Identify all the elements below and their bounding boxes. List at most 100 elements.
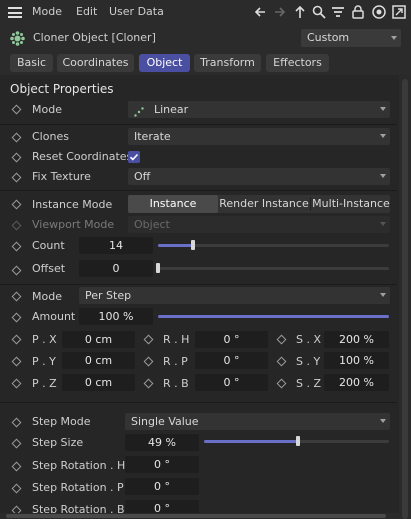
step-size-slider-fill bbox=[204, 440, 299, 443]
checkmark-icon bbox=[129, 153, 139, 161]
section-title: Object Properties bbox=[10, 82, 114, 96]
rotation-h-field[interactable]: 0 ° bbox=[195, 331, 268, 348]
menu-edit[interactable]: Edit bbox=[76, 5, 97, 19]
instance-mode-label: Instance Mode bbox=[32, 198, 113, 211]
fix-texture-value: Off bbox=[134, 170, 151, 183]
keyframe-diamond-icon[interactable] bbox=[11, 291, 22, 302]
menu-user-data[interactable]: User Data bbox=[109, 5, 164, 19]
keyframe-diamond-icon[interactable] bbox=[11, 312, 22, 323]
clones-dropdown[interactable]: Iterate bbox=[128, 128, 390, 145]
horizontal-scrollbar[interactable] bbox=[0, 513, 399, 519]
filter-icon[interactable] bbox=[330, 4, 346, 20]
search-icon[interactable] bbox=[311, 4, 327, 20]
keyframe-diamond-icon[interactable] bbox=[11, 378, 22, 389]
divider bbox=[0, 190, 397, 191]
instance-mode-option-multi-instance[interactable]: Multi-Instance bbox=[312, 195, 390, 213]
tab-bar: Basic Coordinates Object Transform Effec… bbox=[0, 51, 411, 75]
keyframe-diamond-icon[interactable] bbox=[276, 378, 287, 389]
preset-dropdown[interactable]: Custom bbox=[301, 29, 401, 47]
chevron-down-icon bbox=[380, 134, 386, 138]
count-label: Count bbox=[32, 239, 65, 252]
scale-z-field[interactable]: 200 % bbox=[324, 374, 389, 391]
per-step-dropdown[interactable]: Per Step bbox=[79, 287, 390, 304]
object-title-bar: Cloner Object [Cloner] Custom bbox=[0, 25, 411, 51]
keyframe-diamond-icon[interactable] bbox=[11, 461, 22, 472]
scrollbar-thumb[interactable] bbox=[402, 79, 408, 519]
position-x-field[interactable]: 0 cm bbox=[62, 331, 135, 348]
keyframe-diamond-icon[interactable] bbox=[11, 241, 22, 252]
position-y-field[interactable]: 0 cm bbox=[62, 352, 135, 369]
keyframe-diamond-icon[interactable] bbox=[11, 152, 22, 163]
fix-texture-dropdown[interactable]: Off bbox=[128, 168, 390, 185]
scale-z-label: S . Z bbox=[296, 377, 322, 390]
keyframe-diamond-icon[interactable] bbox=[11, 356, 22, 367]
vertical-scrollbar[interactable] bbox=[399, 75, 411, 519]
keyframe-diamond-icon[interactable] bbox=[11, 172, 22, 183]
count-slider-fill bbox=[158, 244, 193, 247]
tab-effectors[interactable]: Effectors bbox=[266, 54, 329, 72]
tab-basic[interactable]: Basic bbox=[10, 54, 53, 72]
step-size-label: Step Size bbox=[32, 436, 84, 449]
keyframe-diamond-icon[interactable] bbox=[143, 334, 154, 345]
reset-coordinates-checkbox[interactable] bbox=[128, 151, 140, 163]
keyframe-diamond-icon[interactable] bbox=[143, 378, 154, 389]
back-arrow-icon[interactable] bbox=[252, 4, 268, 20]
scrollbar-thumb[interactable] bbox=[6, 514, 386, 518]
tab-transform[interactable]: Transform bbox=[194, 54, 261, 72]
offset-field[interactable]: 0 bbox=[79, 260, 153, 277]
divider bbox=[0, 124, 397, 125]
viewport-mode-label: Viewport Mode bbox=[32, 218, 115, 231]
amount-slider-track[interactable] bbox=[158, 315, 389, 318]
mode-dropdown[interactable]: Linear bbox=[128, 101, 390, 118]
step-mode-dropdown[interactable]: Single Value bbox=[125, 413, 390, 430]
up-arrow-icon[interactable] bbox=[292, 4, 308, 20]
count-field[interactable]: 14 bbox=[79, 237, 153, 254]
target-icon[interactable] bbox=[371, 4, 387, 20]
keyframe-diamond-icon[interactable] bbox=[11, 265, 22, 276]
expand-icon[interactable] bbox=[391, 4, 407, 20]
keyframe-diamond-icon[interactable] bbox=[11, 417, 22, 428]
amount-label: Amount bbox=[32, 310, 76, 323]
offset-slider-knob[interactable] bbox=[156, 263, 160, 273]
offset-slider-track[interactable] bbox=[158, 267, 389, 270]
amount-field[interactable]: 100 % bbox=[79, 308, 153, 325]
chevron-down-icon bbox=[380, 293, 386, 297]
step-size-slider-knob[interactable] bbox=[296, 436, 301, 446]
position-z-field[interactable]: 0 cm bbox=[62, 374, 135, 391]
mode-value: Linear bbox=[154, 103, 189, 116]
step-size-field[interactable]: 49 % bbox=[125, 434, 199, 451]
scale-x-label: S . X bbox=[296, 333, 322, 346]
rotation-b-label: R . B bbox=[163, 377, 189, 390]
scale-y-field[interactable]: 100 % bbox=[324, 352, 389, 369]
rotation-p-field[interactable]: 0 ° bbox=[195, 352, 268, 369]
keyframe-diamond-icon[interactable] bbox=[11, 132, 22, 143]
step-mode-value: Single Value bbox=[131, 415, 199, 428]
step-rotation-h-field[interactable]: 0 ° bbox=[125, 456, 199, 473]
keyframe-diamond-icon[interactable] bbox=[11, 438, 22, 449]
forward-arrow-icon[interactable] bbox=[272, 4, 288, 20]
menu-mode[interactable]: Mode bbox=[32, 5, 62, 19]
viewport-mode-value: Object bbox=[134, 218, 170, 231]
instance-mode-option-instance[interactable]: Instance bbox=[128, 195, 218, 213]
keyframe-diamond-icon[interactable] bbox=[11, 483, 22, 494]
scale-x-field[interactable]: 200 % bbox=[324, 331, 389, 348]
keyframe-diamond-icon[interactable] bbox=[11, 334, 22, 345]
tab-object[interactable]: Object bbox=[139, 54, 190, 72]
viewport-mode-dropdown: Object bbox=[128, 216, 390, 233]
keyframe-diamond-icon[interactable] bbox=[11, 199, 22, 210]
step-rotation-p-label: Step Rotation . P bbox=[32, 481, 124, 494]
rotation-b-field[interactable]: 0 ° bbox=[195, 374, 268, 391]
linear-mode-icon bbox=[134, 105, 144, 117]
instance-mode-segmented: Instance Render Instance Multi-Instance bbox=[128, 195, 390, 213]
keyframe-diamond-icon[interactable] bbox=[143, 356, 154, 367]
instance-mode-option-render-instance[interactable]: Render Instance bbox=[218, 195, 310, 213]
keyframe-diamond-icon[interactable] bbox=[276, 334, 287, 345]
keyframe-diamond-icon[interactable] bbox=[11, 104, 22, 115]
tab-coordinates[interactable]: Coordinates bbox=[57, 54, 134, 72]
count-slider-knob[interactable] bbox=[190, 240, 195, 250]
lock-icon[interactable] bbox=[350, 4, 366, 20]
hamburger-menu-icon[interactable] bbox=[8, 7, 22, 18]
keyframe-diamond-icon[interactable] bbox=[276, 356, 287, 367]
reset-coordinates-label: Reset Coordinates bbox=[32, 150, 133, 163]
step-rotation-p-field[interactable]: 0 ° bbox=[125, 478, 199, 495]
